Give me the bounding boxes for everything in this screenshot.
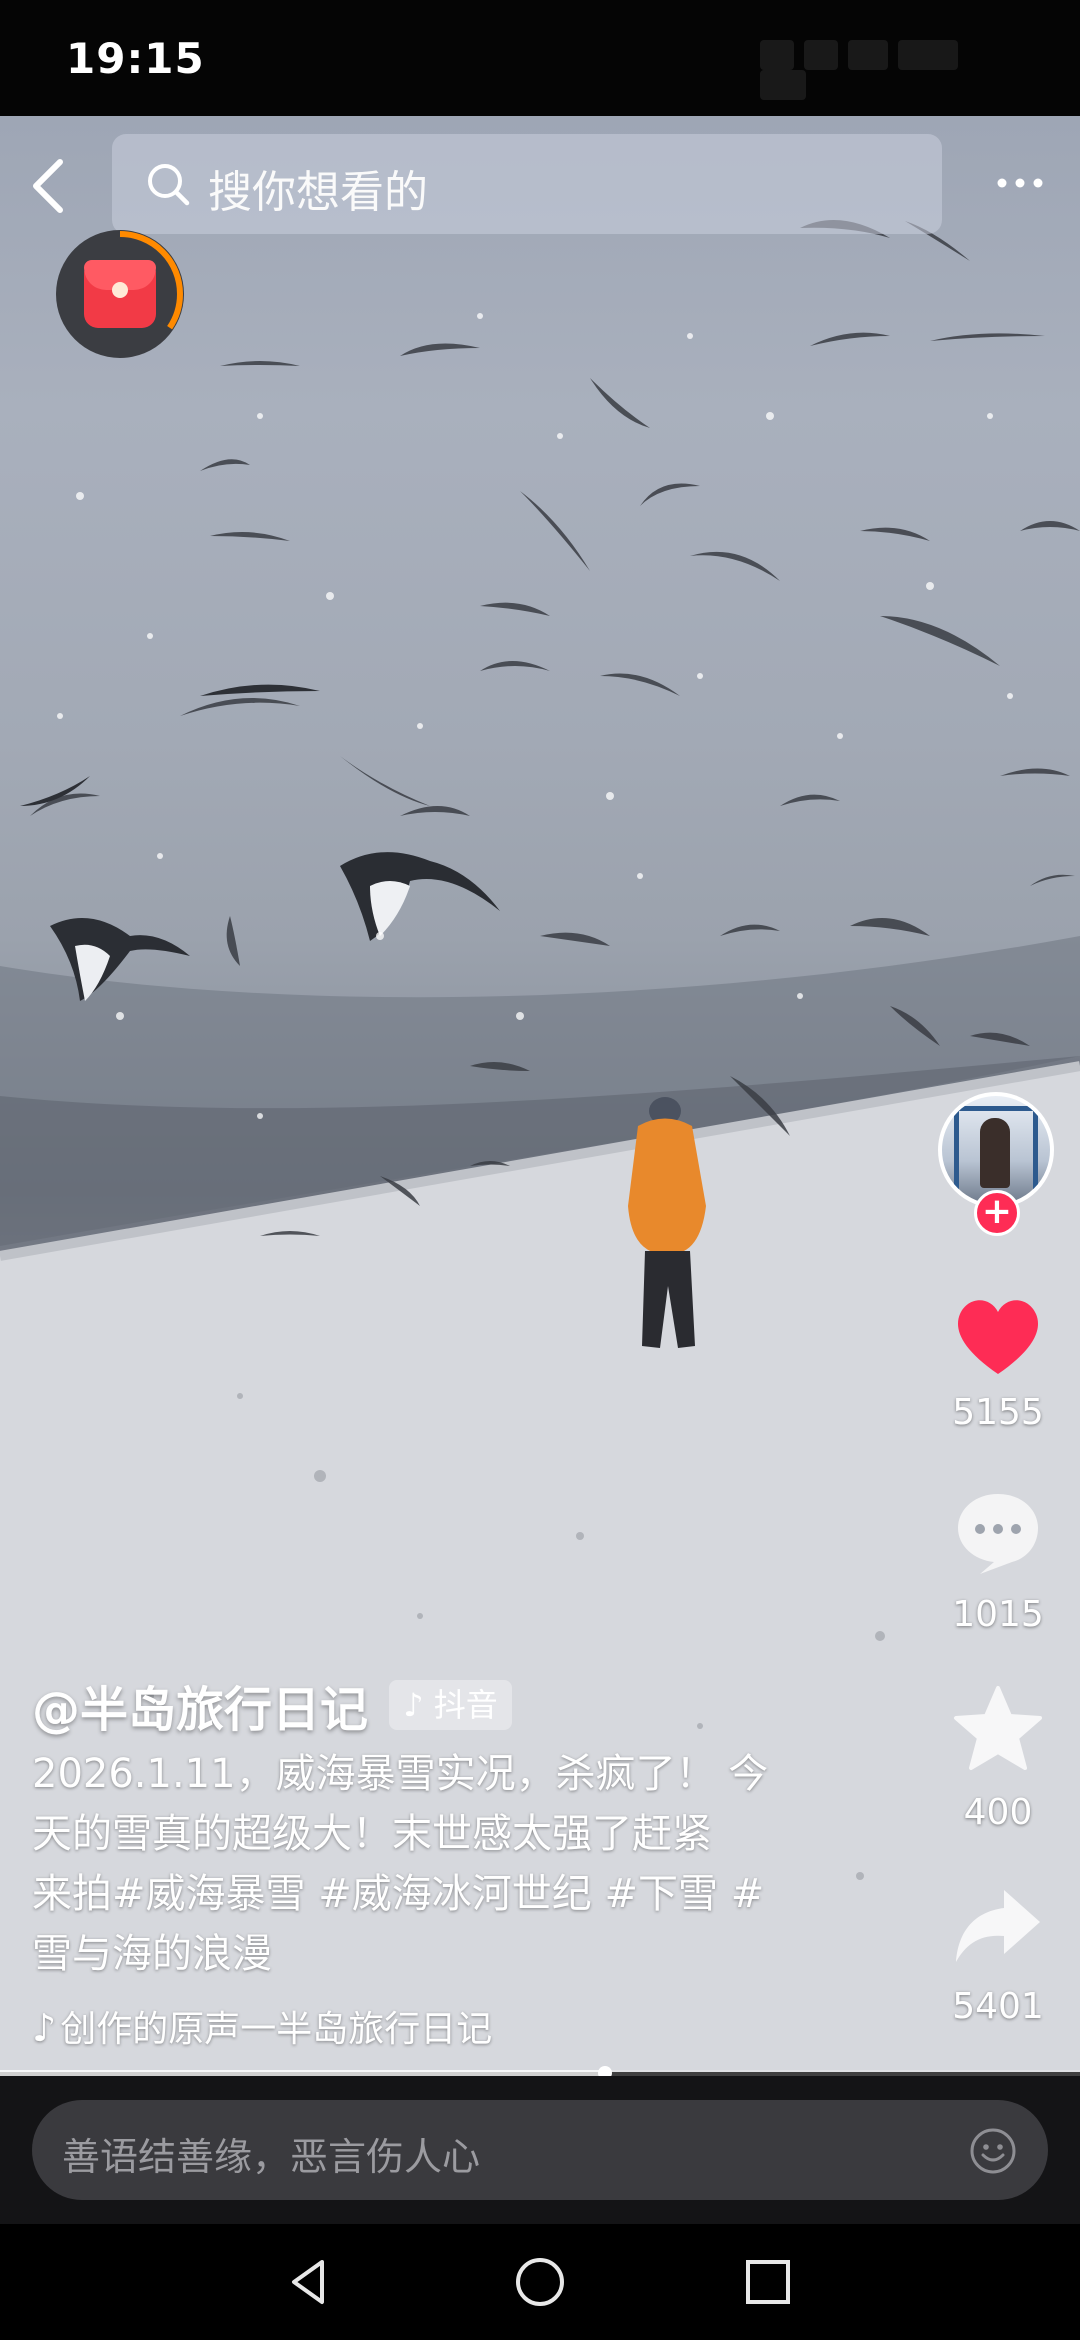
douyin-logo-icon: ♪ xyxy=(403,1686,424,1724)
search-placeholder: 搜你想看的 xyxy=(208,167,428,218)
nav-home-icon[interactable] xyxy=(512,2254,568,2310)
music-title: 创作的原声一半岛旅行日记 xyxy=(60,2009,493,2050)
more-icon xyxy=(997,178,1043,188)
caption-line: 2026.1.11，威海暴雪实况，杀疯了！ 今 xyxy=(32,1751,769,1797)
comment-placeholder: 善语结善缘，恶言伤人心 xyxy=(62,2135,481,2179)
like-count: 5155 xyxy=(952,1392,1044,1433)
search-bar[interactable]: 搜你想看的 xyxy=(112,134,942,234)
comment-input[interactable]: 善语结善缘，恶言伤人心 xyxy=(32,2100,1048,2200)
music-link[interactable]: ♪ 创作的原声一半岛旅行日记 xyxy=(32,2000,492,2052)
star-icon[interactable] xyxy=(950,1684,1046,1774)
back-button[interactable] xyxy=(22,150,82,220)
author-name[interactable]: @半岛旅行日记 xyxy=(32,1670,368,1740)
status-time: 19:15 xyxy=(66,34,205,83)
red-packet-icon xyxy=(84,260,156,328)
heart-icon[interactable] xyxy=(950,1290,1046,1380)
comment-count: 1015 xyxy=(952,1594,1044,1635)
caption-line: 雪与海的浪漫 xyxy=(32,1931,272,1977)
red-packet-widget[interactable] xyxy=(56,230,184,358)
platform-badge-label: 抖音 xyxy=(433,1686,498,1724)
system-nav-bar xyxy=(0,2224,1080,2340)
follow-button[interactable]: + xyxy=(974,1190,1020,1236)
caption-line: 天的雪真的超级大！末世感太强了赶紧 xyxy=(32,1811,712,1857)
back-icon xyxy=(33,159,63,213)
author-row: @半岛旅行日记 ♪ 抖音 xyxy=(32,1670,512,1738)
video-caption[interactable]: 2026.1.11，威海暴雪实况，杀疯了！ 今 天的雪真的超级大！末世感太强了赶… xyxy=(32,1744,832,1984)
nav-back-icon[interactable] xyxy=(282,2254,338,2310)
favorite-count: 400 xyxy=(963,1792,1033,1833)
caption-line: 来拍#威海暴雪 #威海冰河世纪 #下雪 # xyxy=(32,1871,765,1917)
status-bar: 19:15 xyxy=(0,0,1080,116)
music-note-icon: ♪ xyxy=(32,2006,57,2050)
share-count: 5401 xyxy=(952,1986,1044,2027)
comment-icon[interactable] xyxy=(950,1488,1046,1578)
emoji-icon[interactable] xyxy=(968,2126,1018,2176)
comment-bar: 善语结善缘，恶言伤人心 xyxy=(0,2076,1080,2224)
nav-recents-icon[interactable] xyxy=(740,2254,796,2310)
platform-badge: ♪ 抖音 xyxy=(389,1680,512,1730)
share-icon[interactable] xyxy=(950,1882,1046,1972)
search-icon xyxy=(148,164,190,206)
status-icons xyxy=(760,40,1020,100)
more-button[interactable] xyxy=(990,158,1050,208)
